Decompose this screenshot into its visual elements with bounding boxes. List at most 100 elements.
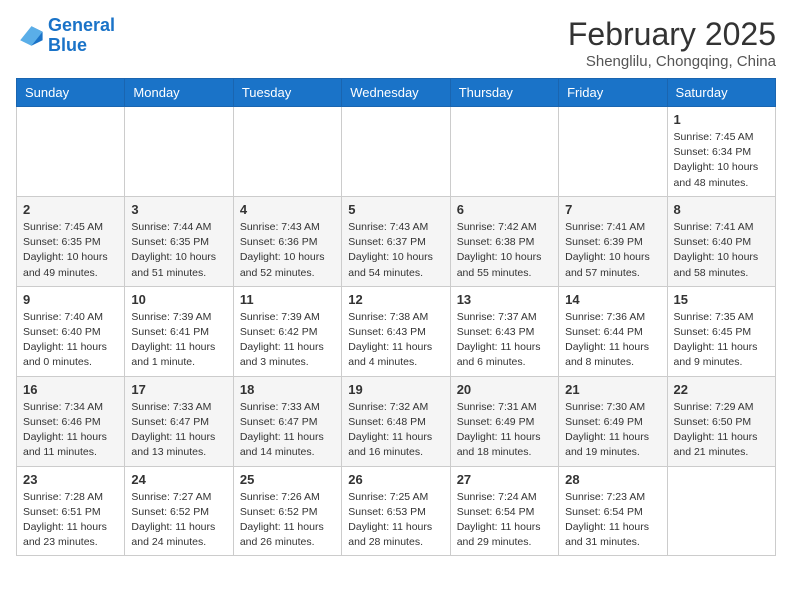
day-number: 15 (674, 292, 769, 307)
day-number: 1 (674, 112, 769, 127)
day-info: Sunrise: 7:27 AM Sunset: 6:52 PM Dayligh… (131, 490, 226, 551)
weekday-header-friday: Friday (559, 79, 667, 107)
week-row-4: 16 Sunrise: 7:34 AM Sunset: 6:46 PM Dayli… (17, 376, 776, 466)
week-row-5: 23 Sunrise: 7:28 AM Sunset: 6:51 PM Dayli… (17, 466, 776, 556)
weekday-header-wednesday: Wednesday (342, 79, 450, 107)
day-number: 11 (240, 292, 335, 307)
day-info: Sunrise: 7:45 AM Sunset: 6:34 PM Dayligh… (674, 130, 769, 191)
day-info: Sunrise: 7:29 AM Sunset: 6:50 PM Dayligh… (674, 400, 769, 461)
week-row-1: 1 Sunrise: 7:45 AM Sunset: 6:34 PM Daylig… (17, 107, 776, 197)
calendar-cell: 26 Sunrise: 7:25 AM Sunset: 6:53 PM Dayli… (342, 466, 450, 556)
calendar-cell: 15 Sunrise: 7:35 AM Sunset: 6:45 PM Dayli… (667, 286, 775, 376)
day-info: Sunrise: 7:24 AM Sunset: 6:54 PM Dayligh… (457, 490, 552, 551)
location: Shenglilu, Chongqing, China (568, 53, 776, 70)
calendar-cell: 14 Sunrise: 7:36 AM Sunset: 6:44 PM Dayli… (559, 286, 667, 376)
day-number: 25 (240, 472, 335, 487)
calendar-cell (125, 107, 233, 197)
calendar-cell (17, 107, 125, 197)
day-number: 26 (348, 472, 443, 487)
calendar-cell (559, 107, 667, 197)
day-info: Sunrise: 7:40 AM Sunset: 6:40 PM Dayligh… (23, 310, 118, 371)
day-info: Sunrise: 7:23 AM Sunset: 6:54 PM Dayligh… (565, 490, 660, 551)
day-info: Sunrise: 7:35 AM Sunset: 6:45 PM Dayligh… (674, 310, 769, 371)
weekday-header-row: SundayMondayTuesdayWednesdayThursdayFrid… (17, 79, 776, 107)
calendar-cell: 13 Sunrise: 7:37 AM Sunset: 6:43 PM Dayli… (450, 286, 558, 376)
day-number: 17 (131, 382, 226, 397)
weekday-header-thursday: Thursday (450, 79, 558, 107)
calendar-cell: 9Sunrise: 7:40 AM Sunset: 6:40 PM Daylig… (17, 286, 125, 376)
day-info: Sunrise: 7:41 AM Sunset: 6:39 PM Dayligh… (565, 220, 660, 281)
calendar-cell: 8Sunrise: 7:41 AM Sunset: 6:40 PM Daylig… (667, 196, 775, 286)
weekday-header-saturday: Saturday (667, 79, 775, 107)
day-info: Sunrise: 7:43 AM Sunset: 6:37 PM Dayligh… (348, 220, 443, 281)
day-number: 2 (23, 202, 118, 217)
day-info: Sunrise: 7:31 AM Sunset: 6:49 PM Dayligh… (457, 400, 552, 461)
day-info: Sunrise: 7:45 AM Sunset: 6:35 PM Dayligh… (23, 220, 118, 281)
logo-icon (16, 22, 44, 50)
calendar-cell: 22 Sunrise: 7:29 AM Sunset: 6:50 PM Dayli… (667, 376, 775, 466)
day-number: 14 (565, 292, 660, 307)
day-number: 21 (565, 382, 660, 397)
calendar-cell: 12 Sunrise: 7:38 AM Sunset: 6:43 PM Dayli… (342, 286, 450, 376)
page-header: General Blue February 2025 Shenglilu, Ch… (16, 16, 776, 70)
day-number: 5 (348, 202, 443, 217)
calendar-cell: 5 Sunrise: 7:43 AM Sunset: 6:37 PM Daylig… (342, 196, 450, 286)
calendar-cell: 23 Sunrise: 7:28 AM Sunset: 6:51 PM Dayli… (17, 466, 125, 556)
day-number: 19 (348, 382, 443, 397)
calendar-cell (342, 107, 450, 197)
weekday-header-monday: Monday (125, 79, 233, 107)
day-info: Sunrise: 7:30 AM Sunset: 6:49 PM Dayligh… (565, 400, 660, 461)
day-number: 28 (565, 472, 660, 487)
day-number: 24 (131, 472, 226, 487)
calendar-cell (667, 466, 775, 556)
day-number: 6 (457, 202, 552, 217)
day-number: 22 (674, 382, 769, 397)
weekday-header-sunday: Sunday (17, 79, 125, 107)
day-info: Sunrise: 7:28 AM Sunset: 6:51 PM Dayligh… (23, 490, 118, 551)
day-number: 4 (240, 202, 335, 217)
day-info: Sunrise: 7:38 AM Sunset: 6:43 PM Dayligh… (348, 310, 443, 371)
day-number: 27 (457, 472, 552, 487)
day-info: Sunrise: 7:42 AM Sunset: 6:38 PM Dayligh… (457, 220, 552, 281)
calendar-cell: 21 Sunrise: 7:30 AM Sunset: 6:49 PM Dayli… (559, 376, 667, 466)
calendar-cell: 16 Sunrise: 7:34 AM Sunset: 6:46 PM Dayli… (17, 376, 125, 466)
calendar-cell: 20 Sunrise: 7:31 AM Sunset: 6:49 PM Dayli… (450, 376, 558, 466)
calendar-cell (450, 107, 558, 197)
day-info: Sunrise: 7:39 AM Sunset: 6:41 PM Dayligh… (131, 310, 226, 371)
day-number: 3 (131, 202, 226, 217)
calendar-cell: 27 Sunrise: 7:24 AM Sunset: 6:54 PM Dayli… (450, 466, 558, 556)
calendar: SundayMondayTuesdayWednesdayThursdayFrid… (16, 78, 776, 556)
day-number: 23 (23, 472, 118, 487)
weekday-header-tuesday: Tuesday (233, 79, 341, 107)
calendar-cell (233, 107, 341, 197)
calendar-cell: 3 Sunrise: 7:44 AM Sunset: 6:35 PM Daylig… (125, 196, 233, 286)
day-number: 20 (457, 382, 552, 397)
day-info: Sunrise: 7:39 AM Sunset: 6:42 PM Dayligh… (240, 310, 335, 371)
week-row-3: 9Sunrise: 7:40 AM Sunset: 6:40 PM Daylig… (17, 286, 776, 376)
calendar-cell: 28 Sunrise: 7:23 AM Sunset: 6:54 PM Dayli… (559, 466, 667, 556)
day-number: 7 (565, 202, 660, 217)
calendar-cell: 4 Sunrise: 7:43 AM Sunset: 6:36 PM Daylig… (233, 196, 341, 286)
day-info: Sunrise: 7:34 AM Sunset: 6:46 PM Dayligh… (23, 400, 118, 461)
week-row-2: 2 Sunrise: 7:45 AM Sunset: 6:35 PM Daylig… (17, 196, 776, 286)
day-info: Sunrise: 7:43 AM Sunset: 6:36 PM Dayligh… (240, 220, 335, 281)
title-section: February 2025 Shenglilu, Chongqing, Chin… (568, 16, 776, 70)
day-info: Sunrise: 7:37 AM Sunset: 6:43 PM Dayligh… (457, 310, 552, 371)
day-number: 16 (23, 382, 118, 397)
calendar-cell: 17 Sunrise: 7:33 AM Sunset: 6:47 PM Dayli… (125, 376, 233, 466)
day-number: 10 (131, 292, 226, 307)
day-number: 13 (457, 292, 552, 307)
calendar-cell: 24 Sunrise: 7:27 AM Sunset: 6:52 PM Dayli… (125, 466, 233, 556)
day-info: Sunrise: 7:33 AM Sunset: 6:47 PM Dayligh… (131, 400, 226, 461)
day-info: Sunrise: 7:36 AM Sunset: 6:44 PM Dayligh… (565, 310, 660, 371)
day-info: Sunrise: 7:44 AM Sunset: 6:35 PM Dayligh… (131, 220, 226, 281)
calendar-cell: 10 Sunrise: 7:39 AM Sunset: 6:41 PM Dayli… (125, 286, 233, 376)
day-info: Sunrise: 7:26 AM Sunset: 6:52 PM Dayligh… (240, 490, 335, 551)
day-number: 18 (240, 382, 335, 397)
month-title: February 2025 (568, 16, 776, 53)
day-info: Sunrise: 7:25 AM Sunset: 6:53 PM Dayligh… (348, 490, 443, 551)
logo-text: General Blue (48, 16, 115, 56)
calendar-cell: 18Sunrise: 7:33 AM Sunset: 6:47 PM Dayli… (233, 376, 341, 466)
calendar-cell: 11 Sunrise: 7:39 AM Sunset: 6:42 PM Dayli… (233, 286, 341, 376)
day-number: 12 (348, 292, 443, 307)
